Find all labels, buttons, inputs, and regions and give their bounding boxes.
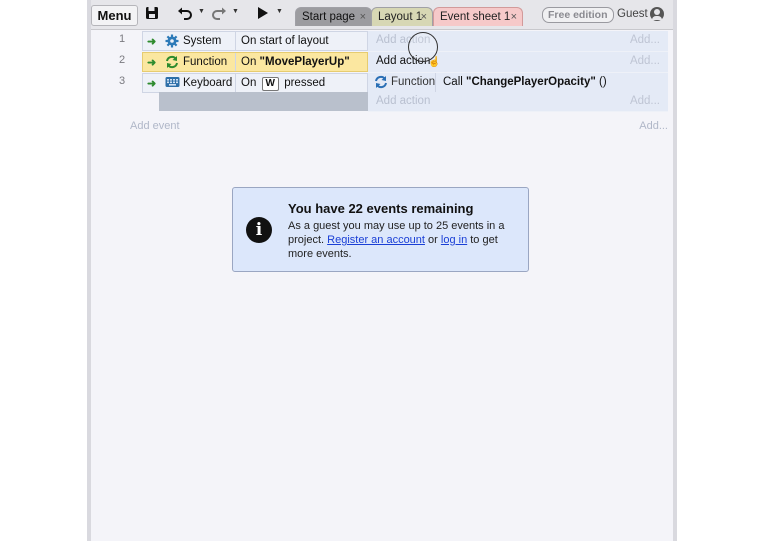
object-name: Function	[183, 56, 228, 68]
info-icon: i	[246, 217, 272, 243]
tab-start-page[interactable]: Start page ×	[295, 7, 372, 26]
event-condition-block[interactable]: ➜ Keyboard On W pressed	[142, 73, 368, 93]
undo-icon[interactable]	[177, 6, 193, 22]
event-number: 1	[118, 33, 126, 45]
action-object-name: Function	[391, 76, 436, 88]
event-condition-block[interactable]: ➜ System On start of layout	[142, 31, 368, 51]
login-link[interactable]: log in	[441, 234, 467, 246]
guest-label: Guest	[617, 8, 648, 20]
event-condition-block[interactable]: ➜ Function On "MovePlayerUp"	[142, 52, 368, 72]
play-dropdown-icon[interactable]: ▼	[276, 8, 283, 15]
condition-prefix: On	[241, 56, 260, 68]
add-more-link[interactable]: Add...	[630, 55, 660, 67]
divider	[235, 74, 236, 92]
action-suffix: ()	[595, 76, 607, 88]
tab-label: Event sheet 1	[440, 11, 511, 23]
key-w-badge: W	[261, 77, 279, 91]
gear-icon	[165, 34, 179, 51]
event-3-sub-block	[159, 92, 368, 111]
user-account-icon[interactable]	[650, 7, 664, 21]
construct-editor: Menu ▼ ▼ ▼ Start page × Layout 1 × Event…	[87, 0, 677, 541]
object-name: System	[183, 35, 222, 47]
redo-icon[interactable]	[211, 6, 227, 22]
notice-body: As a guest you may use up to 25 events i…	[288, 219, 520, 261]
condition-text[interactable]: On "MovePlayerUp"	[241, 56, 350, 68]
function-icon	[374, 75, 388, 92]
condition-prefix: On	[241, 77, 257, 89]
pointer-hand-icon: ☝	[428, 57, 441, 68]
condition-text[interactable]: On start of layout	[241, 35, 329, 47]
condition-text[interactable]: On W pressed	[241, 77, 325, 91]
events-remaining-notice: i You have 22 events remaining As a gues…	[232, 187, 529, 272]
action-text[interactable]: Call "ChangePlayerOpacity" ()	[443, 76, 607, 88]
tab-layout-1[interactable]: Layout 1 ×	[371, 7, 433, 26]
divider	[235, 53, 236, 71]
close-icon[interactable]: ×	[511, 8, 517, 27]
condition-suffix: pressed	[284, 77, 326, 89]
close-icon[interactable]: ×	[360, 8, 366, 27]
add-more-link[interactable]: Add...	[630, 95, 660, 107]
event-action-row[interactable]: Function Call "ChangePlayerOpacity" ()	[368, 73, 668, 94]
event-arrow-icon[interactable]: ➜	[147, 56, 156, 69]
window-border-left	[87, 0, 91, 541]
divider	[235, 32, 236, 50]
undo-dropdown-icon[interactable]: ▼	[198, 8, 205, 15]
add-more-link[interactable]: Add...	[630, 34, 660, 46]
register-link[interactable]: Register an account	[327, 234, 425, 246]
event-actions[interactable]: Add action Add...	[368, 92, 668, 112]
tab-label: Layout 1	[378, 11, 423, 23]
event-arrow-icon[interactable]: ➜	[147, 35, 156, 48]
divider	[435, 73, 436, 93]
tab-event-sheet-1[interactable]: Event sheet 1 ×	[433, 7, 523, 26]
add-action-link[interactable]: Add action	[376, 95, 430, 107]
add-event-link[interactable]: Add event	[130, 120, 180, 132]
save-icon[interactable]	[145, 6, 159, 22]
keyboard-icon	[165, 76, 180, 91]
event-sheet: 1 ➜ System On start of layout Add action…	[87, 29, 677, 541]
event-number: 3	[118, 75, 126, 87]
free-edition-badge[interactable]: Free edition	[542, 7, 614, 23]
function-icon	[165, 55, 179, 72]
toolbar: Menu ▼ ▼ ▼ Start page × Layout 1 × Event…	[87, 0, 677, 30]
menu-button[interactable]: Menu	[91, 5, 138, 26]
redo-dropdown-icon[interactable]: ▼	[232, 8, 239, 15]
action-function-name: "ChangePlayerOpacity"	[466, 76, 596, 88]
add-more-event-link[interactable]: Add...	[639, 120, 668, 132]
action-prefix: Call	[443, 76, 467, 88]
function-name: "MovePlayerUp"	[259, 56, 350, 68]
tab-label: Start page	[302, 11, 356, 23]
window-border-right	[673, 0, 677, 541]
event-arrow-icon[interactable]: ➜	[147, 77, 156, 90]
object-name: Keyboard	[183, 77, 233, 89]
play-icon[interactable]	[257, 6, 269, 22]
notice-or: or	[424, 234, 441, 246]
notice-title: You have 22 events remaining	[288, 201, 474, 216]
close-icon[interactable]: ×	[421, 8, 427, 27]
event-number: 2	[118, 54, 126, 66]
